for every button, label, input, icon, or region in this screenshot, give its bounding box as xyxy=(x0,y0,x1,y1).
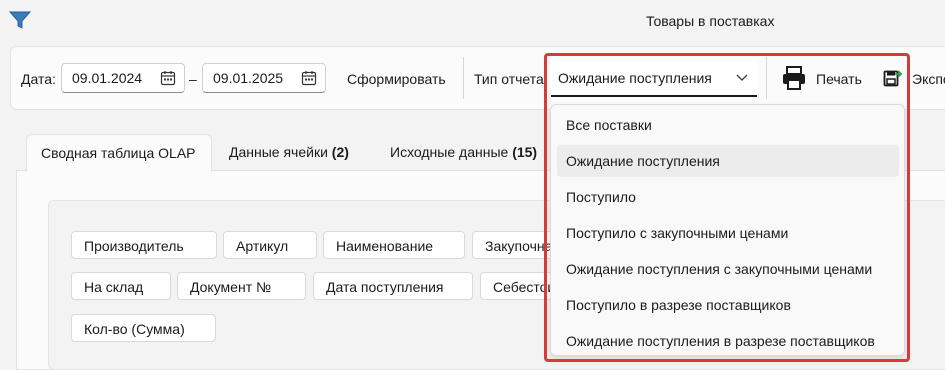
tab-label: Сводная таблица OLAP xyxy=(41,145,196,161)
olap-field-label: Производитель xyxy=(84,238,184,254)
tab-source-data[interactable]: Исходные данные (15) xyxy=(390,134,560,172)
tab-label: Исходные данные (15) xyxy=(390,144,537,160)
olap-field[interactable]: На склад xyxy=(71,272,171,300)
title-bar: Товары в поставках xyxy=(0,0,945,40)
date-range-separator: – xyxy=(189,71,197,87)
olap-field[interactable]: Дата поступления xyxy=(313,272,473,300)
window-title: Товары в поставках xyxy=(646,13,775,29)
date-label: Дата: xyxy=(21,71,56,87)
tab-olap[interactable]: Сводная таблица OLAP xyxy=(26,134,212,172)
olap-field[interactable]: Документ № xyxy=(177,272,306,300)
olap-field[interactable]: Производитель xyxy=(71,231,217,259)
date-to-value: 09.01.2025 xyxy=(213,70,284,86)
calendar-icon[interactable] xyxy=(160,70,176,86)
tab-label-text: Исходные данные xyxy=(390,144,509,160)
olap-field-label: Артикул xyxy=(236,238,289,254)
form-report-button[interactable]: Сформировать xyxy=(347,71,446,87)
olap-field-label: Кол-во (Сумма) xyxy=(84,321,185,337)
tab-label-text: Данные ячейки xyxy=(229,144,328,160)
date-from-value: 09.01.2024 xyxy=(72,70,143,86)
date-to-picker[interactable]: 09.01.2025 xyxy=(202,63,326,93)
olap-field-label: Наименование xyxy=(336,238,434,254)
tab-count: (15) xyxy=(512,144,538,160)
olap-field-label: Дата поступления xyxy=(326,279,444,295)
export-button[interactable]: Экспо xyxy=(912,71,945,87)
tab-label: Данные ячейки (2) xyxy=(229,144,349,160)
report-type-label: Тип отчета xyxy=(474,71,544,87)
toolbar-divider xyxy=(463,57,464,99)
olap-field[interactable]: Наименование xyxy=(323,231,465,259)
olap-field[interactable]: Артикул xyxy=(223,231,317,259)
olap-field-label: На склад xyxy=(84,279,144,295)
highlight-frame xyxy=(544,53,910,362)
tab-count: (2) xyxy=(331,144,349,160)
tab-cell-data[interactable]: Данные ячейки (2) xyxy=(229,134,379,172)
olap-field[interactable]: Кол-во (Сумма) xyxy=(71,314,216,342)
calendar-icon[interactable] xyxy=(301,70,317,86)
date-from-picker[interactable]: 09.01.2024 xyxy=(61,63,185,93)
filter-icon[interactable] xyxy=(8,10,32,30)
olap-field-label: Документ № xyxy=(190,279,272,295)
